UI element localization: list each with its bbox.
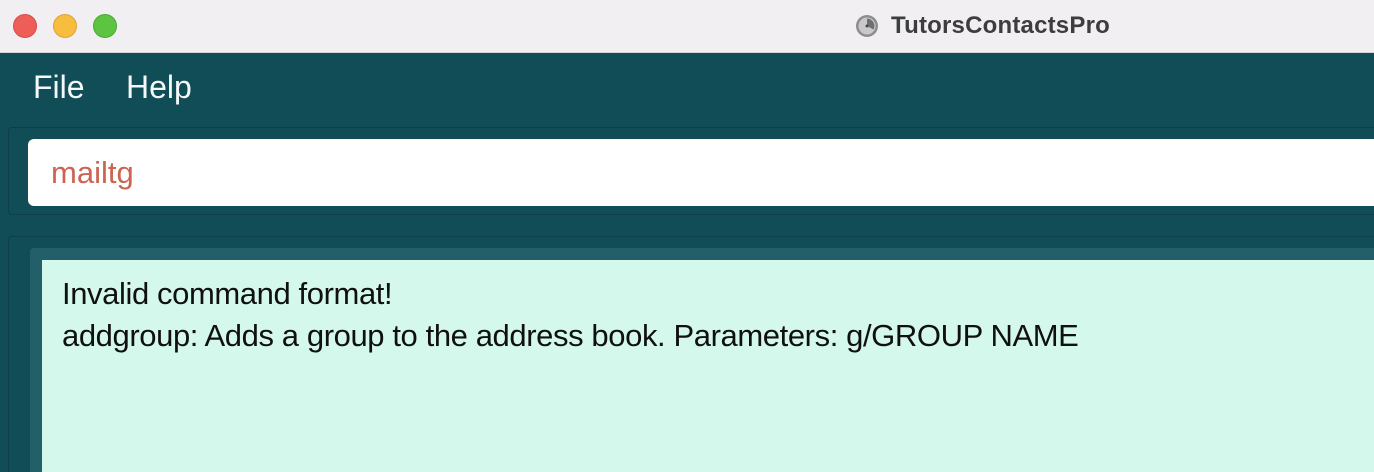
title-bar[interactable]: TutorsContactsPro (0, 0, 1374, 53)
result-line-error: Invalid command format! (62, 276, 393, 311)
window-title: TutorsContactsPro (891, 12, 1110, 39)
window-title-group: TutorsContactsPro (855, 11, 1110, 41)
menu-bar: File Help (0, 53, 1374, 119)
menu-help[interactable]: Help (126, 68, 192, 106)
command-input[interactable] (28, 139, 1374, 206)
maximize-window-button[interactable] (93, 14, 117, 38)
minimize-window-button[interactable] (53, 14, 77, 38)
app-window: TutorsContactsPro File Help Invalid comm… (0, 0, 1374, 472)
clock-app-icon (856, 15, 878, 37)
menu-file[interactable]: File (33, 68, 85, 106)
result-display[interactable]: Invalid command format! addgroup: Adds a… (42, 260, 1374, 472)
close-window-button[interactable] (13, 14, 37, 38)
result-line-usage: addgroup: Adds a group to the address bo… (62, 318, 1079, 353)
